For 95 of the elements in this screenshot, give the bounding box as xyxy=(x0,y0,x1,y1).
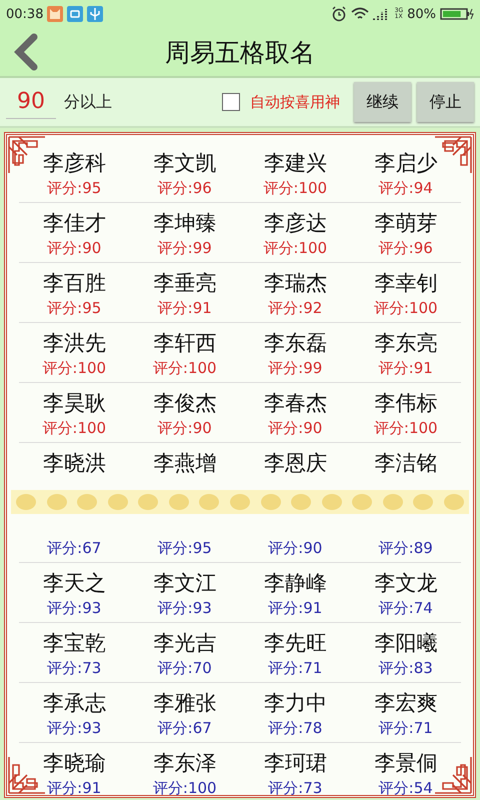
name-text[interactable]: 李东亮 xyxy=(374,328,438,358)
score-text: 评分:92 xyxy=(268,298,322,318)
name-text[interactable]: 李萌芽 xyxy=(374,208,438,238)
score-text: 评分:99 xyxy=(158,238,212,258)
score-text: 评分:90 xyxy=(268,418,322,438)
score-text: 评分:73 xyxy=(47,658,102,678)
score-text: 评分:100 xyxy=(374,298,438,318)
name-text[interactable]: 李垂亮 xyxy=(153,268,216,298)
name-text[interactable]: 李幸钊 xyxy=(374,268,438,298)
score-text: 评分:95 xyxy=(158,538,212,558)
score-text: 评分:99 xyxy=(268,358,322,378)
score-text: 评分:93 xyxy=(47,718,102,738)
score-text: 评分:100 xyxy=(374,418,438,438)
action-button[interactable]: 停止 xyxy=(417,82,474,122)
usb-icon xyxy=(87,6,104,22)
name-text[interactable]: 李春杰 xyxy=(264,388,327,418)
name-text[interactable]: 李百胜 xyxy=(42,268,106,298)
name-text[interactable]: 李佳才 xyxy=(42,208,106,238)
name-text[interactable]: 李洁铭 xyxy=(374,448,438,478)
score-text: 评分:70 xyxy=(158,658,212,678)
cat-app-icon xyxy=(47,6,64,22)
name-text[interactable]: 李力中 xyxy=(264,688,327,718)
score-text: 评分:73 xyxy=(268,778,322,798)
score-text: 评分:90 xyxy=(268,538,322,558)
name-text[interactable]: 李燕增 xyxy=(153,448,216,478)
name-text[interactable]: 李静峰 xyxy=(264,568,327,598)
alarm-icon xyxy=(330,6,347,22)
score-text: 评分:91 xyxy=(268,598,322,618)
name-text[interactable]: 李坤臻 xyxy=(153,208,216,238)
name-text[interactable]: 李承志 xyxy=(42,688,106,718)
screen-title: 周易五格取名 xyxy=(164,36,316,68)
score-text: 评分:95 xyxy=(47,298,102,318)
score-text: 评分:96 xyxy=(158,178,212,198)
name-text[interactable]: 李昊耿 xyxy=(42,388,106,418)
name-text[interactable]: 李瑞杰 xyxy=(264,268,327,298)
name-text[interactable]: 李珂珺 xyxy=(264,748,327,778)
score-text: 评分:96 xyxy=(378,238,433,258)
name-text[interactable]: 李建兴 xyxy=(264,148,327,178)
name-text[interactable]: 李雅张 xyxy=(153,688,216,718)
score-text: 评分:71 xyxy=(378,718,433,738)
name-text[interactable]: 李俊杰 xyxy=(153,388,216,418)
score-text: 评分:93 xyxy=(47,598,102,618)
name-text[interactable]: 李东磊 xyxy=(264,328,327,358)
score-text: 评分:91 xyxy=(158,298,212,318)
score-text: 评分:67 xyxy=(158,718,212,738)
score-text: 评分:100 xyxy=(263,178,328,198)
name-text[interactable]: 李景侗 xyxy=(374,748,438,778)
score-text: 评分:71 xyxy=(268,658,322,678)
name-text[interactable]: 李启少 xyxy=(374,148,438,178)
name-text[interactable]: 李轩西 xyxy=(153,328,216,358)
score-text: 评分:54 xyxy=(378,778,433,798)
wifi-icon xyxy=(350,7,369,21)
score-text: 评分:94 xyxy=(378,178,433,198)
score-text: 评分:90 xyxy=(158,418,212,438)
name-text[interactable]: 李文龙 xyxy=(374,568,438,598)
name-text[interactable]: 李彦达 xyxy=(264,208,327,238)
name-text[interactable]: 李彦科 xyxy=(42,148,106,178)
score-text: 评分:100 xyxy=(152,778,217,798)
name-text[interactable]: 李晓洪 xyxy=(42,448,106,478)
name-text[interactable]: 李光吉 xyxy=(153,628,216,658)
checkbox-label: 自动按喜用神 xyxy=(250,92,340,112)
name-text[interactable]: 李东泽 xyxy=(153,748,216,778)
score-input-field[interactable]: 90 xyxy=(6,86,56,118)
app-icon xyxy=(67,6,84,22)
score-text: 评分:74 xyxy=(378,598,433,618)
auto-checkbox[interactable] xyxy=(222,93,240,111)
score-text: 评分:95 xyxy=(47,178,102,198)
name-text[interactable]: 李洪先 xyxy=(42,328,106,358)
score-text: 评分:91 xyxy=(378,358,433,378)
name-text[interactable]: 李伟标 xyxy=(374,388,438,418)
score-text: 评分:100 xyxy=(152,358,217,378)
clock-time: 00:38 xyxy=(6,6,44,22)
action-button[interactable]: 继续 xyxy=(354,82,411,122)
score-text: 评分:89 xyxy=(378,538,433,558)
score-text: 评分:78 xyxy=(268,718,322,738)
battery-icon xyxy=(440,7,474,21)
name-text[interactable]: 李天之 xyxy=(42,568,106,598)
name-text[interactable]: 李文江 xyxy=(153,568,216,598)
name-text[interactable]: 李文凯 xyxy=(153,148,216,178)
score-text: 评分:67 xyxy=(47,538,102,558)
name-text[interactable]: 李阳曦 xyxy=(374,628,438,658)
score-text: 评分:100 xyxy=(42,418,106,438)
score-text: 评分:100 xyxy=(263,238,328,258)
score-text: 评分:93 xyxy=(158,598,212,618)
score-suffix-label: 分以上 xyxy=(64,92,112,112)
score-text: 评分:91 xyxy=(47,778,102,798)
name-text[interactable]: 李宏爽 xyxy=(374,688,438,718)
name-text[interactable]: 李晓瑜 xyxy=(42,748,106,778)
score-text: 评分:83 xyxy=(378,658,433,678)
battery-percent: 80% xyxy=(407,6,436,22)
name-text[interactable]: 李先旺 xyxy=(264,628,327,658)
name-text[interactable]: 李恩庆 xyxy=(264,448,327,478)
score-text: 评分:100 xyxy=(42,358,106,378)
score-text: 评分:90 xyxy=(47,238,102,258)
name-text[interactable]: 李宝乾 xyxy=(42,628,106,658)
